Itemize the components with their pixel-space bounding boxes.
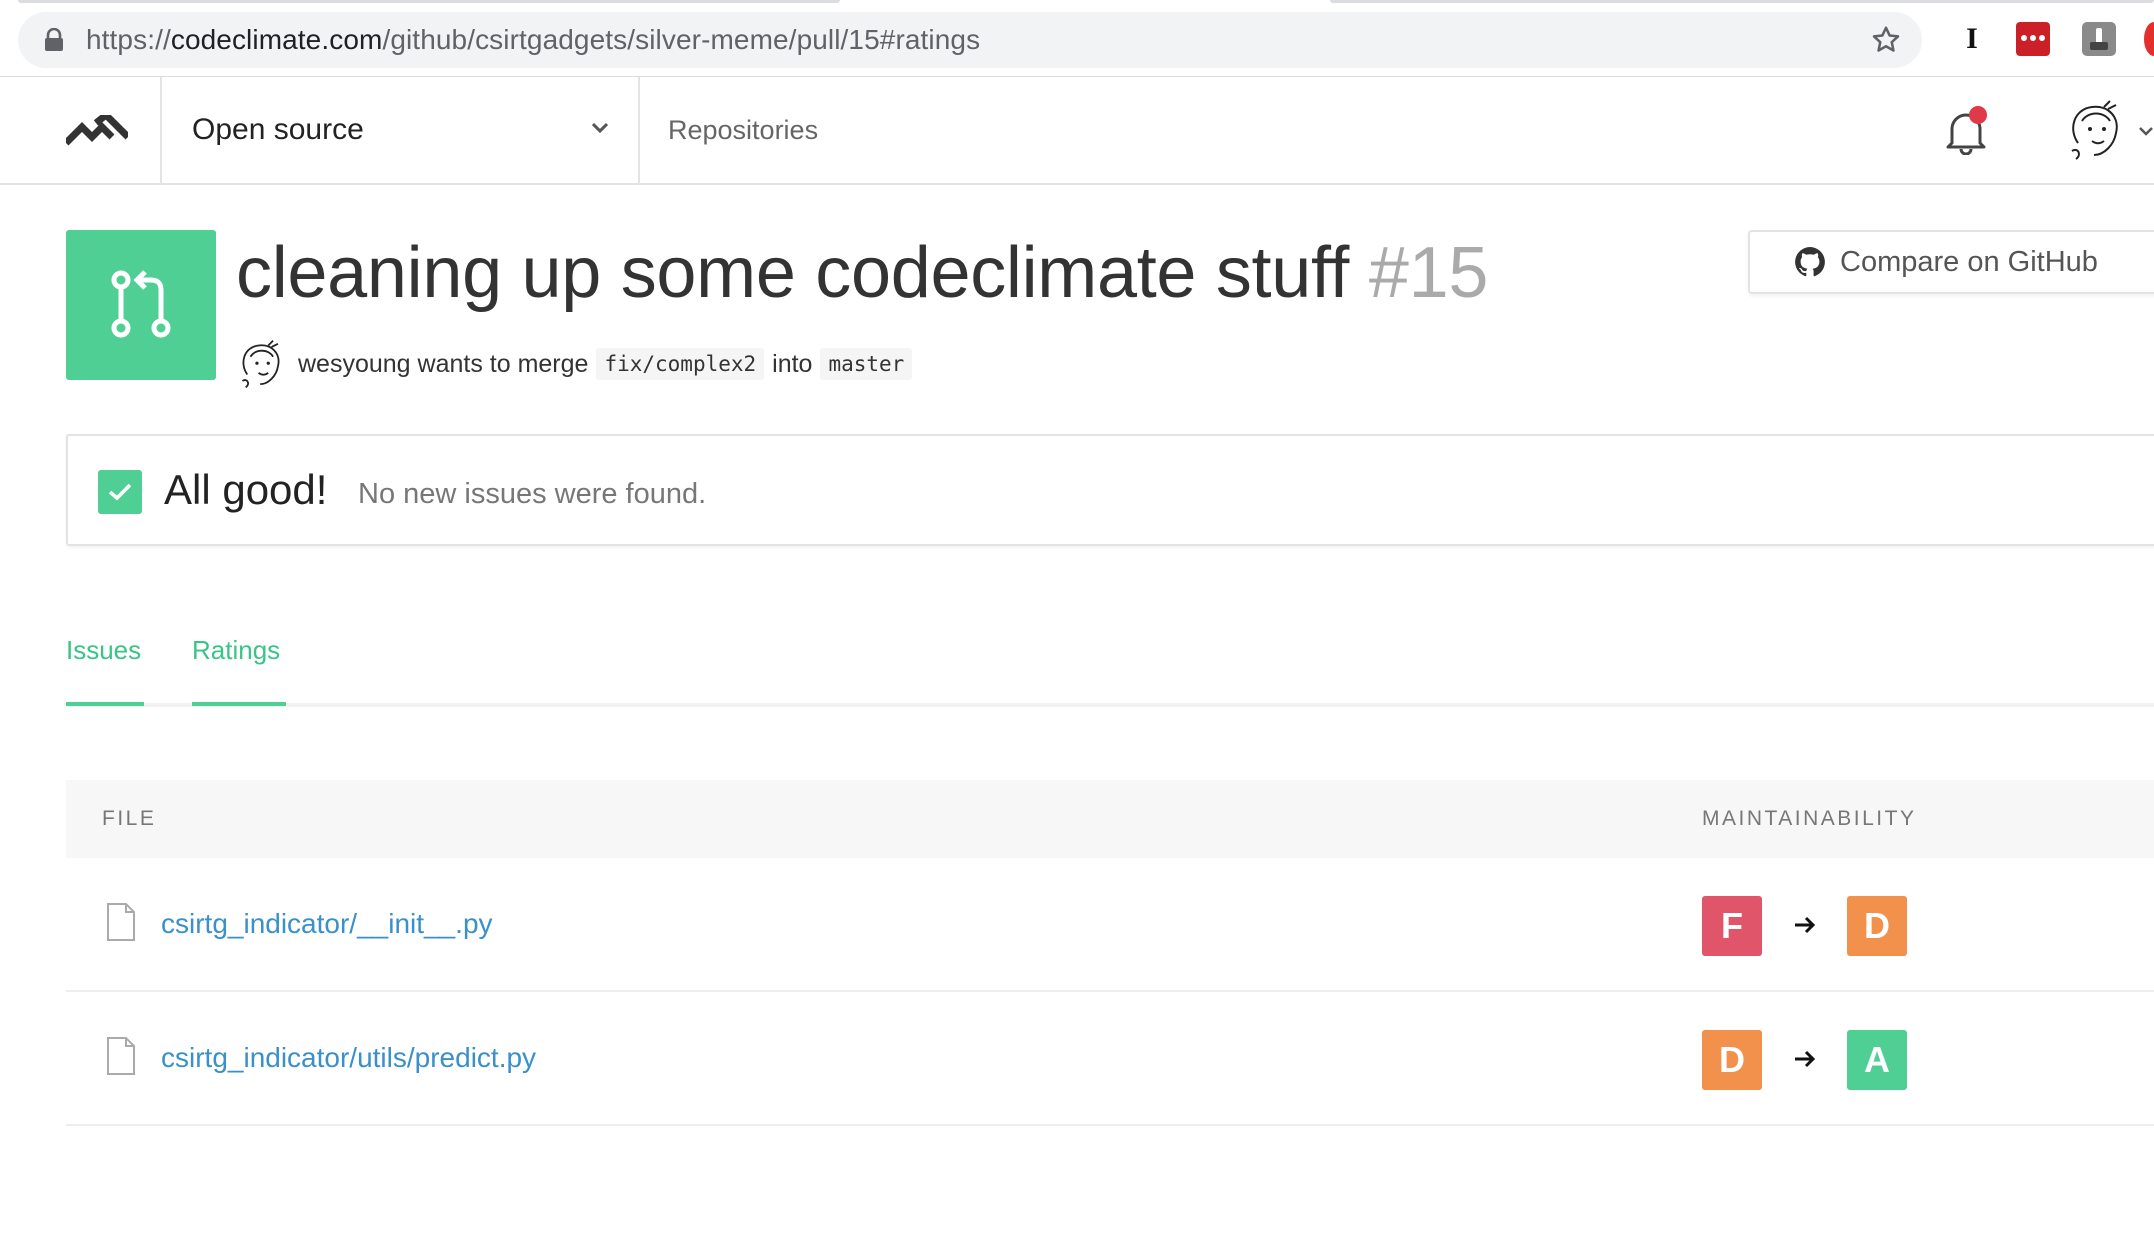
pr-merge-info: wesyoung wants to merge fix/complex2 int… — [236, 334, 920, 394]
tab-ratings-label: Ratings — [192, 635, 281, 665]
lock-icon — [45, 28, 63, 51]
analysis-status-panel: All good! No new issues were found. — [66, 434, 2154, 546]
file-link[interactable]: csirtg_indicator/__init__.py — [161, 902, 493, 946]
address-bar[interactable]: https://codeclimate.com/github/csirtgadg… — [18, 12, 1922, 68]
codeclimate-logo-icon[interactable] — [66, 115, 128, 149]
pull-request-badge — [66, 230, 216, 380]
tab-ratings[interactable]: Ratings — [192, 626, 286, 706]
arrow-right-icon — [1795, 1050, 1816, 1068]
github-icon — [1795, 247, 1825, 277]
nav-repositories-link[interactable]: Repositories — [668, 77, 818, 183]
tab-issues-label: Issues — [66, 635, 142, 665]
extension-red-icon[interactable] — [2144, 22, 2154, 56]
url-path: /github/csirtgadgets/silver-meme/pull/15… — [382, 24, 981, 55]
column-header-maintainability: MAINTAINABILITY — [1702, 807, 1917, 830]
into-text: into — [772, 349, 813, 378]
success-check-badge — [98, 470, 142, 514]
org-name: Open source — [192, 113, 364, 146]
pull-request-icon — [111, 270, 171, 338]
url-text[interactable]: https://codeclimate.com/github/csirtgadg… — [86, 12, 980, 68]
instapaper-extension-icon[interactable]: I — [1960, 22, 1984, 56]
app-navbar: Open source Repositories — [0, 77, 2154, 185]
file-icon — [107, 903, 135, 941]
org-selector[interactable]: Open source — [162, 77, 638, 183]
file-icon — [107, 1037, 135, 1075]
browser-tab-edge — [18, 0, 840, 3]
checkmark-icon — [108, 483, 132, 501]
chevron-down-icon — [591, 122, 609, 134]
chevron-down-icon[interactable] — [2138, 125, 2154, 137]
ratings-table-header: FILE MAINTAINABILITY — [66, 780, 2154, 858]
author-avatar[interactable] — [236, 339, 286, 389]
target-branch: master — [820, 348, 913, 380]
page-title: cleaning up some codeclimate stuff #15 — [236, 228, 1488, 318]
browser-toolbar: https://codeclimate.com/github/csirtgadg… — [0, 0, 2154, 77]
bookmark-star-icon[interactable] — [1870, 24, 1902, 56]
nav-divider — [638, 77, 640, 183]
browser-tab-edge — [1330, 0, 2154, 3]
tabs-baseline — [66, 703, 2154, 707]
author-merge-text: wesyoung wants to merge — [298, 349, 589, 378]
tab-underline — [66, 702, 144, 706]
table-row: csirtg_indicator/__init__.py F D — [66, 858, 2154, 992]
user-avatar[interactable] — [2064, 99, 2126, 161]
status-title: All good! — [164, 466, 328, 513]
compare-on-github-label: Compare on GitHub — [1840, 245, 2098, 278]
tab-issues[interactable]: Issues — [66, 626, 144, 706]
source-branch: fix/complex2 — [596, 348, 765, 380]
pr-number: #15 — [1368, 233, 1489, 313]
url-scheme: https:// — [86, 24, 171, 55]
notification-bell-icon[interactable] — [1944, 103, 1990, 155]
arrow-right-icon — [1795, 916, 1816, 934]
pr-title-text: cleaning up some codeclimate stuff — [236, 233, 1350, 313]
grade-badge-before: D — [1702, 1030, 1762, 1090]
compare-on-github-button[interactable]: Compare on GitHub — [1748, 230, 2154, 294]
toolbox-extension-icon[interactable] — [2082, 22, 2116, 56]
toolbox-glyph-icon — [2090, 28, 2108, 50]
file-link[interactable]: csirtg_indicator/utils/predict.py — [161, 1036, 536, 1080]
status-description: No new issues were found. — [358, 478, 707, 510]
table-row: csirtg_indicator/utils/predict.py D A — [66, 992, 2154, 1126]
grade-badge-after: D — [1847, 896, 1907, 956]
tab-underline — [192, 702, 286, 706]
url-domain: codeclimate.com — [170, 24, 383, 55]
lastpass-extension-icon[interactable] — [2016, 22, 2050, 56]
grade-badge-after: A — [1847, 1030, 1907, 1090]
column-header-file: FILE — [102, 807, 157, 830]
grade-badge-before: F — [1702, 896, 1762, 956]
